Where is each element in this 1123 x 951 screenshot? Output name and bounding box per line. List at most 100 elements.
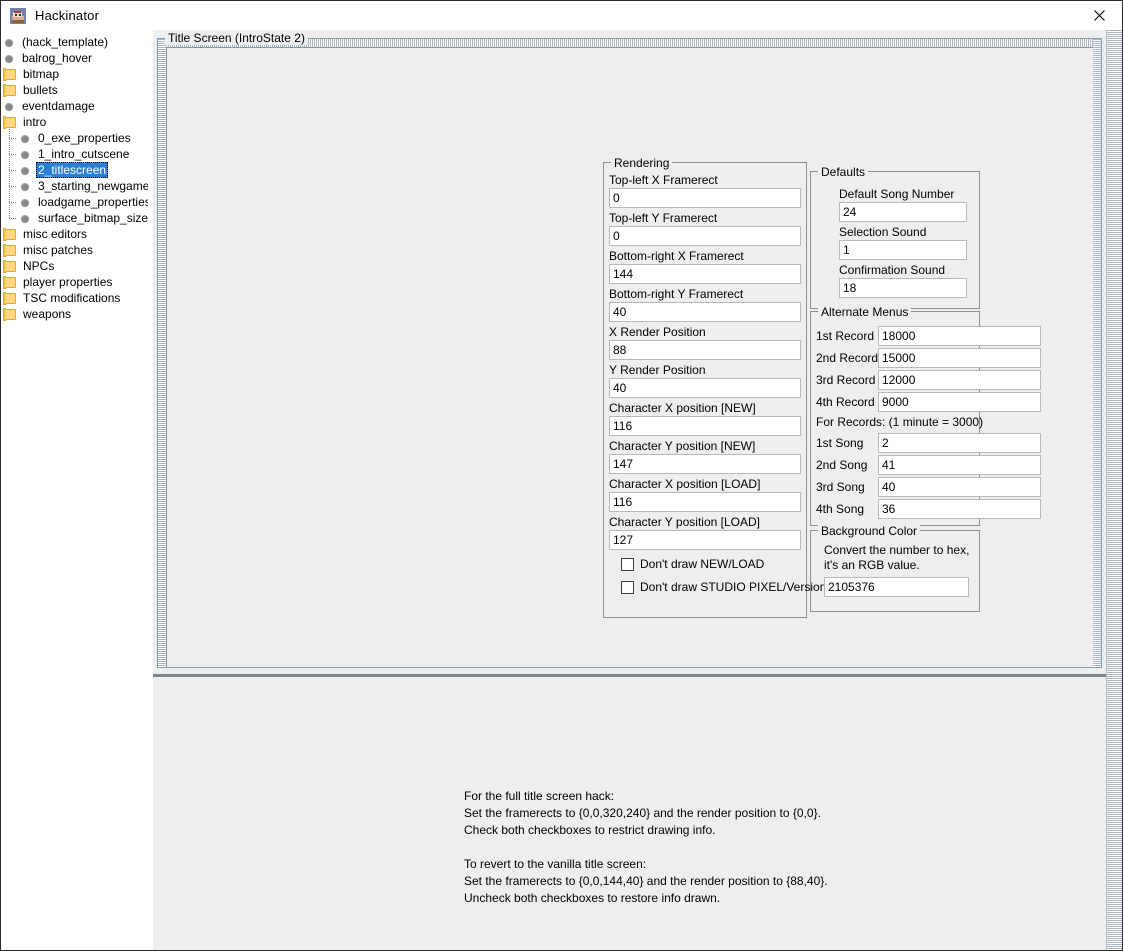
close-button[interactable] — [1076, 1, 1122, 30]
sidebar-item-label: 3_starting_newgame — [38, 179, 148, 193]
rendering-input[interactable] — [609, 378, 801, 398]
sidebar-item-balrog-hover[interactable]: balrog_hover — [2, 50, 148, 66]
sidebar-item-label: misc patches — [23, 243, 94, 257]
rendering-checkbox-row[interactable]: Don't draw STUDIO PIXEL/Version — [609, 578, 826, 596]
defaults-fieldset: Defaults Default Song Number Selection So… — [810, 165, 980, 309]
defaults-input[interactable] — [839, 278, 967, 298]
row-label: 4th Record — [816, 395, 875, 409]
row-label: 3rd Record — [816, 373, 876, 387]
group-inner-edge-right — [1093, 39, 1101, 667]
group-title: Title Screen (IntroState 2) — [165, 31, 308, 45]
rendering-field: Y Render Position — [609, 363, 801, 398]
sidebar-item-label: 0_exe_properties — [38, 131, 131, 145]
defaults-fields: Default Song Number Selection Sound Confir… — [839, 187, 967, 301]
sidebar-item-hack-template[interactable]: (hack_template) — [2, 34, 148, 50]
rendering-field: Character Y position [NEW] — [609, 439, 801, 474]
rendering-input[interactable] — [609, 530, 801, 550]
checkbox-label: Don't draw NEW/LOAD — [640, 557, 765, 571]
help-blank-line — [464, 839, 828, 856]
field-label: Bottom-right X Framerect — [609, 249, 744, 263]
field-label: Selection Sound — [839, 225, 927, 239]
rendering-input[interactable] — [609, 416, 801, 436]
sidebar-item-misc-editors[interactable]: misc editors — [2, 226, 148, 242]
rendering-field: Top-left X Framerect — [609, 173, 801, 208]
rendering-input[interactable] — [609, 264, 801, 284]
rendering-field: Character X position [LOAD] — [609, 477, 801, 512]
sidebar-item-label: 2_titlescreen — [36, 162, 109, 178]
vertical-scrollbar[interactable] — [1106, 30, 1122, 950]
rendering-input[interactable] — [609, 340, 801, 360]
sidebar-item-tsc-modifications[interactable]: TSC modifications — [2, 290, 148, 306]
background-color-hint-line1: Convert the number to hex, — [824, 543, 970, 557]
defaults-legend: Defaults — [818, 165, 869, 179]
sidebar-item-label: bullets — [23, 83, 58, 97]
sidebar-item-player-properties[interactable]: player properties — [2, 274, 148, 290]
alternate-menus-input[interactable] — [878, 499, 1041, 519]
rendering-fieldset: Rendering Top-left X Framerect Top-left Y… — [603, 156, 826, 618]
rendering-field: X Render Position — [609, 325, 801, 360]
sidebar-item-weapons[interactable]: weapons — [2, 306, 148, 322]
alternate-menus-input[interactable] — [878, 477, 1041, 497]
alternate-menus-input[interactable] — [878, 433, 1041, 453]
sidebar-item-eventdamage[interactable]: eventdamage — [2, 98, 148, 114]
records-note: For Records: (1 minute = 3000) — [816, 415, 984, 429]
alternate-menus-row: 3rd Song — [816, 476, 1041, 498]
row-label: 1st Song — [816, 436, 864, 450]
help-panel: For the full title screen hack: Set the f… — [153, 677, 1106, 950]
rendering-fields: Top-left X Framerect Top-left Y Framerect… — [609, 173, 826, 596]
sidebar-item-0-exe-properties[interactable]: 0_exe_properties — [2, 129, 148, 146]
help-line: For the full title screen hack: — [464, 789, 615, 803]
alternate-menus-input[interactable] — [878, 348, 1041, 368]
sidebar-item-bitmap[interactable]: bitmap — [2, 66, 148, 82]
defaults-field: Selection Sound — [839, 225, 967, 260]
help-line: To revert to the vanilla title screen: — [464, 857, 647, 871]
rendering-input[interactable] — [609, 226, 801, 246]
bullet-icon — [2, 99, 16, 113]
alternate-menus-input[interactable] — [878, 370, 1041, 390]
rendering-input[interactable] — [609, 492, 801, 512]
alternate-menus-row: 4th Song — [816, 498, 1041, 520]
sidebar-item-bullets[interactable]: bullets — [2, 82, 148, 98]
row-label: 4th Song — [816, 502, 865, 516]
tree-connector — [2, 209, 18, 226]
alternate-menus-row: 3rd Record — [816, 369, 1041, 391]
alternate-menus-row: 1st Song — [816, 432, 1041, 454]
sidebar-item-loadgame-properties[interactable]: loadgame_properties — [2, 193, 148, 210]
folder-icon — [3, 243, 17, 257]
sidebar-item-intro[interactable]: intro — [2, 114, 148, 130]
alternate-menus-row: 2nd Song — [816, 454, 1041, 476]
background-color-input[interactable] — [824, 577, 969, 597]
rendering-input[interactable] — [609, 302, 801, 322]
folder-icon — [3, 227, 17, 241]
sidebar-item-label: bitmap — [23, 67, 60, 81]
rendering-checkbox-row[interactable]: Don't draw NEW/LOAD — [609, 555, 801, 573]
folder-icon — [3, 259, 17, 273]
field-label: Character Y position [LOAD] — [609, 515, 760, 529]
rendering-field: Bottom-right X Framerect — [609, 249, 801, 284]
checkbox-icon[interactable] — [621, 557, 634, 571]
folder-icon — [3, 67, 17, 81]
alternate-menus-row: 4th Record — [816, 391, 1041, 413]
sidebar-item-label: intro — [23, 115, 47, 129]
sidebar-item-3-starting-newgame[interactable]: 3_starting_newgame — [2, 177, 148, 194]
rendering-input[interactable] — [609, 188, 801, 208]
sidebar-item-npcs[interactable]: NPCs — [2, 258, 148, 274]
row-label: 2nd Record — [816, 351, 879, 365]
rendering-input[interactable] — [609, 454, 801, 474]
checkbox-icon[interactable] — [621, 580, 634, 594]
field-label: Default Song Number — [839, 187, 955, 201]
alternate-menus-input[interactable] — [878, 455, 1041, 475]
sidebar-item-surface-bitmap-sizes[interactable]: surface_bitmap_sizes — [2, 209, 148, 226]
defaults-input[interactable] — [839, 240, 967, 260]
field-label: Bottom-right Y Framerect — [609, 287, 744, 301]
rendering-field: Character X position [NEW] — [609, 401, 801, 436]
defaults-input[interactable] — [839, 202, 967, 222]
alternate-menus-input[interactable] — [878, 326, 1041, 346]
sidebar-item-misc-patches[interactable]: misc patches — [2, 242, 148, 258]
sidebar-item-2-titlescreen[interactable]: 2_titlescreen — [2, 161, 148, 178]
alternate-menus-input[interactable] — [878, 392, 1041, 412]
rendering-field: Character Y position [LOAD] — [609, 515, 801, 550]
sidebar-item-1-intro-cutscene[interactable]: 1_intro_cutscene — [2, 145, 148, 162]
project-tree[interactable]: (hack_template) balrog_hover bitmap bullets… — [2, 31, 148, 950]
background-color-fieldset: Background Color Convert the number to h… — [810, 524, 980, 612]
